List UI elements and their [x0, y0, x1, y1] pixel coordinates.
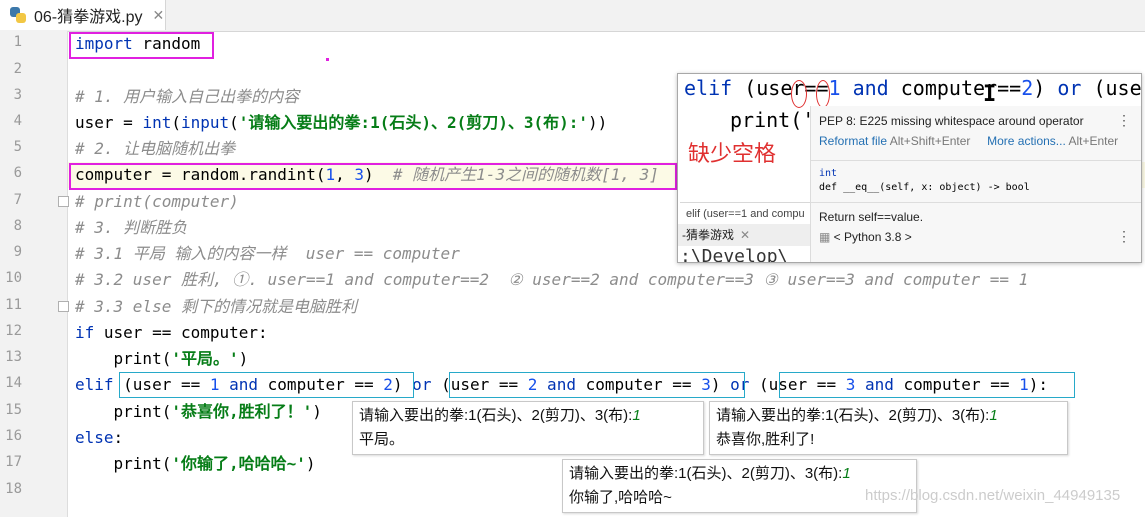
more-vertical-icon[interactable]: ⋮ [1117, 112, 1131, 129]
output-result: 平局。 [359, 431, 405, 448]
signature-def: def __eq__(self, x: object) -> bool [819, 182, 1030, 193]
output-prompt: 请输入要出的拳:1(石头)、2(剪刀)、3(布): [359, 407, 633, 424]
code-line-12[interactable]: if user == computer: [75, 320, 268, 346]
output-input: 1 [842, 465, 851, 482]
doc-text: Return self==value. [819, 210, 924, 224]
code-line-10[interactable]: # 3.2 user 胜利, ①. user==1 and computer==… [75, 267, 1028, 293]
popup-sub-tab[interactable]: -猜拳游戏 ✕ [678, 224, 814, 246]
line-number: 6 [13, 165, 22, 181]
code-line-9[interactable]: # 3.1 平局 输入的内容一样 user == computer [75, 241, 460, 267]
reformat-file-link[interactable]: Reformat file [819, 134, 887, 148]
more-actions-link[interactable]: More actions... [987, 134, 1066, 148]
line-number: 9 [13, 244, 22, 260]
line-number: 16 [5, 428, 22, 444]
output-result: 恭喜你,胜利了! [716, 431, 815, 448]
line-number: 4 [13, 113, 22, 129]
inspection-tooltip: PEP 8: E225 missing whitespace around op… [810, 106, 1141, 262]
python-version: ▦ < Python 3.8 > [819, 230, 912, 244]
annotation-dot [326, 58, 329, 61]
console-output-lose: 请输入要出的拳:1(石头)、2(剪刀)、3(布):1 你输了,哈哈哈~ [562, 459, 917, 513]
line-number: 13 [5, 349, 22, 365]
output-input: 1 [632, 407, 641, 424]
line-number: 10 [5, 270, 22, 286]
line-number: 15 [5, 402, 22, 418]
editor-tab-bar: 06-猜拳游戏.py ✕ [0, 0, 1145, 32]
close-icon[interactable]: ✕ [152, 7, 164, 24]
output-prompt: 请输入要出的拳:1(石头)、2(剪刀)、3(布): [716, 407, 990, 424]
line-number: 18 [5, 481, 22, 497]
line-number: 5 [13, 139, 22, 155]
more-vertical-icon[interactable]: ⋮ [1117, 228, 1131, 245]
code-line-4[interactable]: user = int(input('请输入要出的拳:1(石头)、2(剪刀)、3(… [75, 110, 607, 136]
close-icon[interactable]: ✕ [740, 228, 750, 242]
code-line-3[interactable]: # 1. 用户输入自己出拳的内容 [75, 84, 299, 110]
code-line-16[interactable]: else: [75, 425, 123, 451]
divider [811, 202, 1141, 203]
signature-type: int [819, 168, 838, 179]
code-line-13[interactable]: print('平局。') [75, 346, 249, 372]
output-input: 1 [989, 407, 998, 424]
line-number: 12 [5, 323, 22, 339]
missing-space-note: 缺少空格 [688, 142, 777, 167]
line-number: 8 [13, 218, 22, 234]
inspection-message: PEP 8: E225 missing whitespace around op… [819, 114, 1084, 128]
library-icon: ▦ [819, 230, 834, 244]
output-result: 你输了,哈哈哈~ [569, 489, 672, 506]
line-number: 17 [5, 454, 22, 470]
console-output-win: 请输入要出的拳:1(石头)、2(剪刀)、3(布):1 恭喜你,胜利了! [709, 401, 1068, 455]
line-number: 1 [13, 34, 22, 50]
quick-fix-row: Reformat file Alt+Shift+Enter More actio… [819, 134, 1119, 148]
line-number: 7 [13, 192, 22, 208]
python-file-icon [10, 7, 26, 23]
code-line-5[interactable]: # 2. 让电脑随机出拳 [75, 136, 235, 162]
fold-marker-icon[interactable] [58, 301, 69, 312]
highlight-box-randint [69, 163, 677, 190]
output-prompt: 请输入要出的拳:1(石头)、2(剪刀)、3(布): [569, 465, 843, 482]
highlight-box-import [69, 32, 214, 59]
highlight-box-cond-2 [449, 372, 745, 398]
code-line-7[interactable]: # print(computer) [75, 189, 239, 215]
divider [811, 160, 1141, 161]
line-number: 2 [13, 61, 22, 77]
inspection-popup: elif (user==1 and computer==2) or (user=… [677, 73, 1142, 263]
watermark: https://blog.csdn.net/weixin_44949135 [865, 487, 1121, 504]
line-number: 3 [13, 87, 22, 103]
code-line-15[interactable]: print('恭喜你,胜利了！') [75, 399, 322, 425]
popup-code-line: elif (user==1 and computer==2) or (user=… [684, 76, 1142, 100]
code-line-11[interactable]: # 3.3 else 剩下的情况就是电脑胜利 [75, 294, 357, 320]
popup-sub-line: elif (user==1 and compu [680, 202, 816, 225]
code-line-8[interactable]: # 3. 判断胜负 [75, 215, 187, 241]
text-cursor-icon: I [983, 82, 997, 107]
annotation-circle [816, 80, 830, 108]
annotation-circle [791, 80, 807, 108]
tab-title: 06-猜拳游戏.py [34, 9, 143, 26]
tab-06-game[interactable]: 06-猜拳游戏.py ✕ [0, 0, 166, 30]
popup-print-line: print(' [730, 108, 815, 132]
fold-marker-icon[interactable] [58, 196, 69, 207]
line-number: 14 [5, 375, 22, 391]
highlight-box-cond-3 [779, 372, 1075, 398]
highlight-box-cond-1 [119, 372, 414, 398]
popup-sub-path: :\Develop\ [680, 246, 789, 263]
console-output-draw: 请输入要出的拳:1(石头)、2(剪刀)、3(布):1 平局。 [352, 401, 704, 455]
code-line-17[interactable]: print('你输了,哈哈哈~') [75, 451, 316, 477]
line-number: 11 [5, 297, 22, 313]
